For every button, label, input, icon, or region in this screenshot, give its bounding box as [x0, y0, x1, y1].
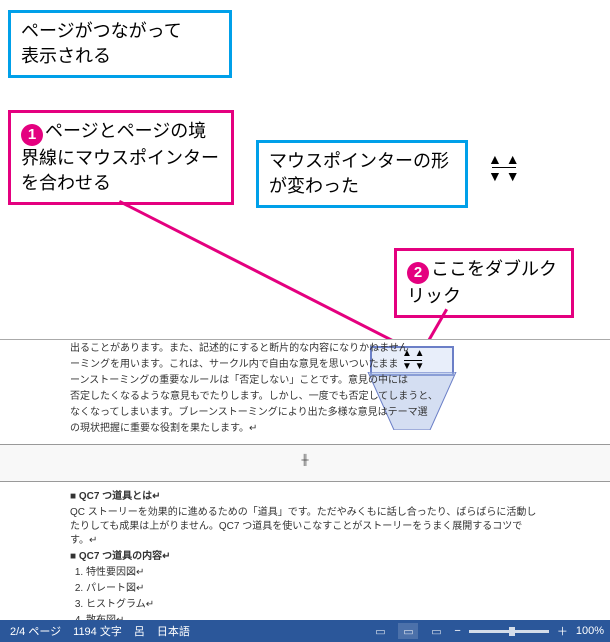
status-language[interactable]: 日本語	[157, 623, 190, 639]
heading-qc7-contents: ■ QC7 つ道具の内容↵	[70, 550, 540, 564]
callout-step-2-text: ここをダブルクリック	[407, 259, 557, 306]
step-badge-1: 1	[21, 124, 43, 146]
paragraph: なくなってしまいます。ブレーンストーミングにより出た多様な意見はテーマ選	[70, 406, 540, 420]
paragraph: 否定したくなるような意見もでたりします。しかし、一度でも否定してしまうと、	[70, 390, 540, 404]
list-item: パレート図↵	[86, 582, 540, 596]
paragraph: 出ることがあります。また、記述的にすると断片的な内容になりかねません	[70, 342, 540, 356]
page-break-region[interactable]: ╫	[0, 444, 610, 482]
callout-step-1-text: ページとページの境界線にマウスポインターを合わせる	[21, 121, 219, 193]
view-print-layout-icon[interactable]: ▭	[398, 623, 418, 639]
page-break-cursor-icon: ▲ ▲ ▼ ▼	[488, 152, 520, 183]
zoom-slider[interactable]	[469, 630, 549, 633]
paragraph: ーンストーミングの重要なルールは「否定しない」ことです。意見の中には	[70, 374, 540, 388]
status-page[interactable]: 2/4 ページ	[10, 623, 61, 639]
callout-step-1: 1ページとページの境界線にマウスポインターを合わせる	[8, 110, 234, 205]
list-item: 特性要因図↵	[86, 566, 540, 580]
callout-info-top: ページがつながって 表示される	[8, 10, 232, 78]
paragraph: の現状把握に重要な役割を果たします。↵	[70, 422, 540, 436]
step-badge-2: 2	[407, 262, 429, 284]
callout-mouse-text: マウスポインターの形が変わった	[269, 151, 449, 196]
heading-qc7: ■ QC7 つ道具とは↵	[70, 490, 540, 504]
callout-info-mouse: マウスポインターの形が変わった	[256, 140, 468, 208]
zoom-in-button[interactable]: ＋	[557, 623, 568, 639]
view-read-mode-icon[interactable]: ▭	[370, 623, 390, 639]
zoom-out-button[interactable]: −	[454, 625, 460, 637]
leader-line-1	[119, 200, 423, 357]
paragraph: ーミングを用います。これは、サークル内で自由な意見を思いついたまま	[70, 358, 540, 372]
word-app-window: ▲ ▲ ▼ ▼ 出ることがあります。また、記述的にすると断片的な内容になりかねま…	[0, 339, 610, 642]
status-bar: 2/4 ページ 1194 文字 呂 日本語 ▭ ▭ ▭ − ＋ 100%	[0, 620, 610, 642]
status-word-count[interactable]: 1194 文字	[73, 623, 122, 639]
callout-step-2: 2ここをダブルクリック	[394, 248, 574, 318]
list-item: ヒストグラム↵	[86, 598, 540, 612]
callout-top-text: ページがつながって 表示される	[21, 21, 182, 66]
view-web-layout-icon[interactable]: ▭	[426, 623, 446, 639]
document-area[interactable]: 出ることがあります。また、記述的にすると断片的な内容になりかねませんーミングを用…	[0, 340, 610, 620]
zoom-level[interactable]: 100%	[576, 625, 604, 637]
status-lang-icon[interactable]: 呂	[134, 623, 145, 639]
paragraph: QC ストーリーを効果的に進めるための「道具」です。ただやみくもに話し合ったり、…	[70, 506, 540, 548]
page-break-cursor-icon: ╫	[301, 455, 308, 466]
